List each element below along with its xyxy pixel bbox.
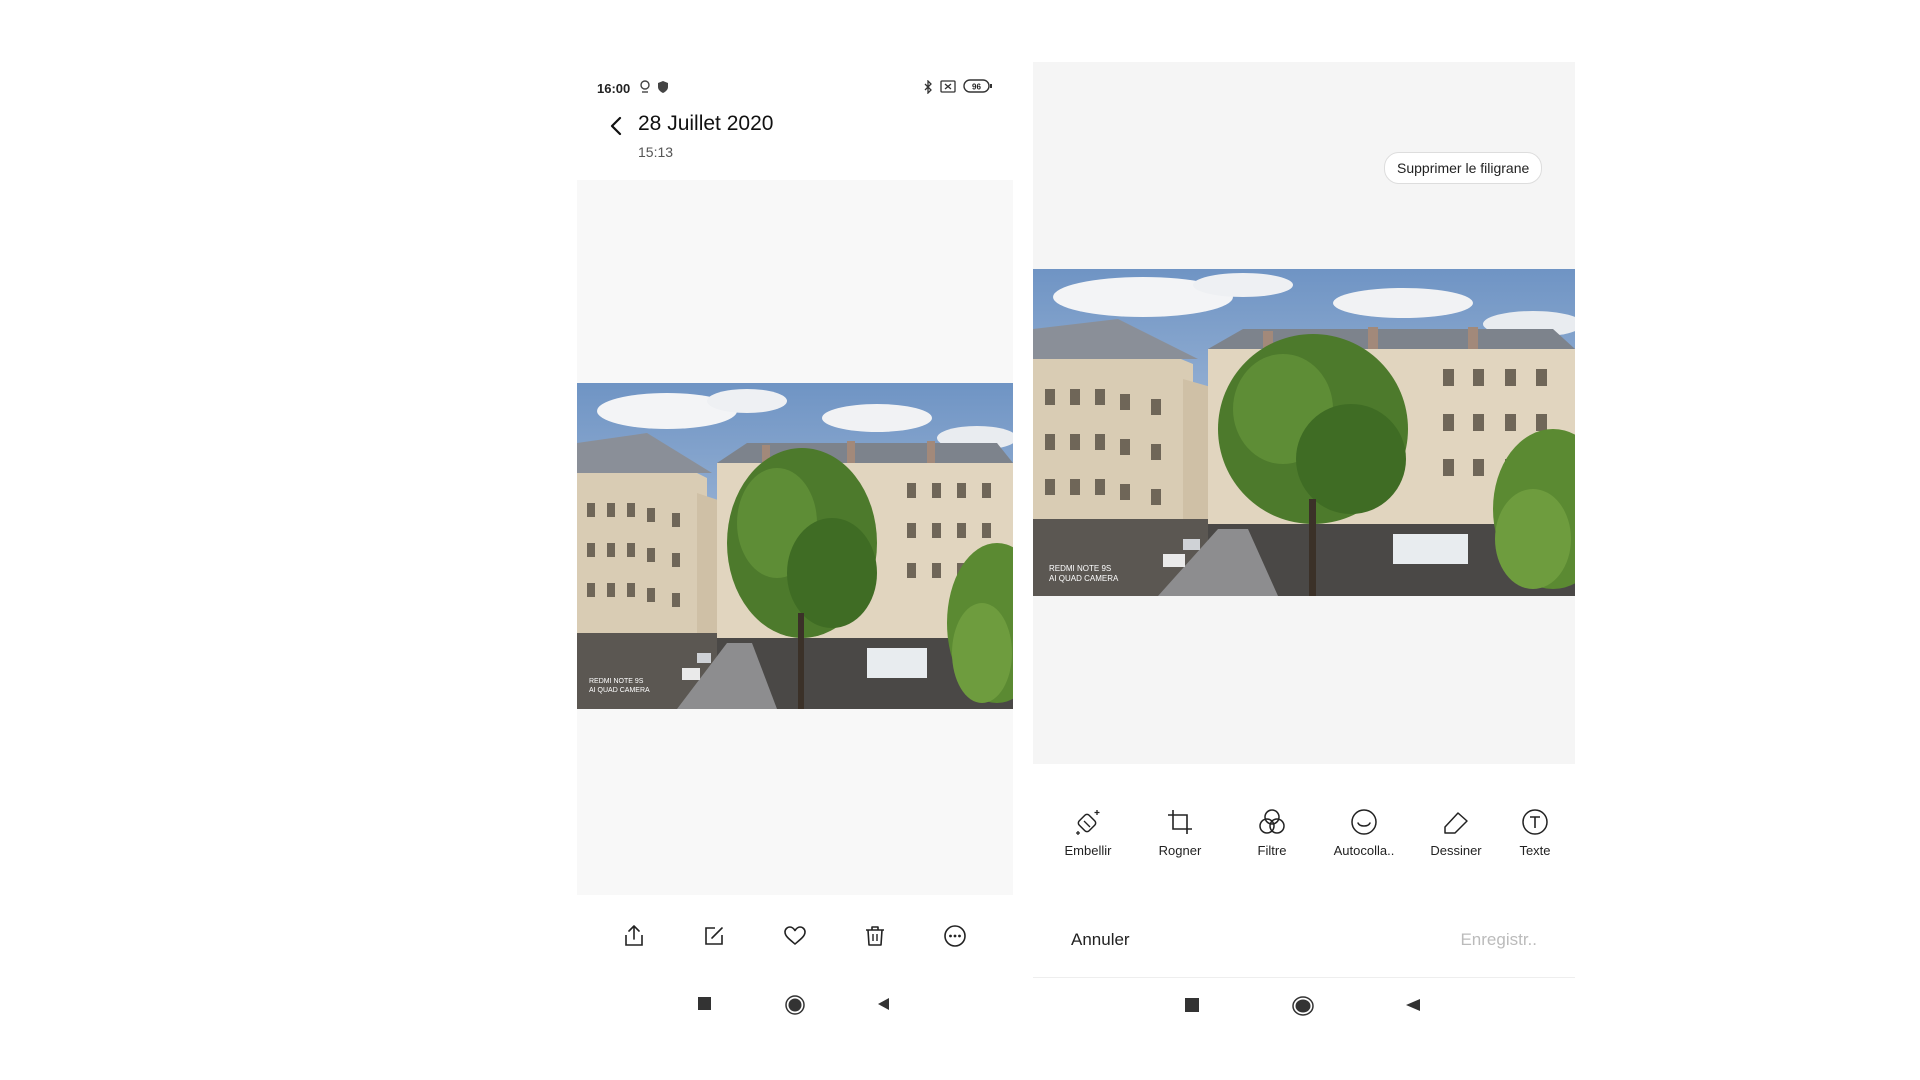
system-nav-bar — [1033, 977, 1575, 1033]
heart-icon[interactable] — [782, 923, 808, 949]
home-button[interactable] — [785, 995, 805, 1020]
back-button[interactable] — [877, 997, 891, 1016]
edit-canvas[interactable]: Supprimer le filigrane REDMI NOTE 9S AI … — [1033, 62, 1575, 764]
edit-toolbar: Embellir Rogner Filtre Autocolla.. Dessi… — [1033, 807, 1575, 877]
recents-button[interactable] — [1185, 998, 1199, 1012]
tool-sticker-label: Autocolla.. — [1333, 843, 1395, 858]
editor-screen: Supprimer le filigrane REDMI NOTE 9S AI … — [1033, 62, 1575, 1037]
tool-text[interactable]: Texte — [1495, 807, 1575, 858]
photo-watermark: REDMI NOTE 9S AI QUAD CAMERA — [1049, 564, 1118, 584]
page-title: 28 Juillet 2020 — [638, 112, 774, 135]
crop-icon — [1165, 807, 1195, 837]
trash-icon[interactable] — [862, 923, 888, 949]
tool-draw[interactable]: Dessiner — [1416, 807, 1496, 858]
location-icon — [639, 80, 651, 97]
photo[interactable]: REDMI NOTE 9S AI QUAD CAMERA — [577, 383, 1013, 709]
watermark-line2: AI QUAD CAMERA — [1049, 574, 1119, 583]
cancel-button[interactable]: Annuler — [1071, 930, 1130, 950]
shield-icon — [657, 80, 669, 97]
tool-sticker[interactable]: Autocolla.. — [1324, 807, 1404, 858]
tool-draw-label: Dessiner — [1430, 843, 1482, 858]
draw-icon — [1441, 807, 1471, 837]
edit-photo[interactable]: REDMI NOTE 9S AI QUAD CAMERA — [1033, 269, 1575, 596]
status-bar: 16:00 96 — [597, 78, 993, 98]
sticker-icon — [1349, 807, 1379, 837]
battery-icon: 96 — [963, 78, 993, 97]
system-nav-bar — [577, 977, 1013, 1032]
tool-crop[interactable]: Rogner — [1140, 807, 1220, 858]
back-arrow-icon[interactable] — [605, 114, 629, 138]
watermark-line1: REDMI NOTE 9S — [1049, 564, 1112, 573]
watermark-line1: REDMI NOTE 9S — [589, 678, 644, 685]
tool-filter[interactable]: Filtre — [1232, 807, 1312, 858]
tool-crop-label: Rogner — [1158, 843, 1202, 858]
save-button[interactable]: Enregistr.. — [1460, 930, 1537, 950]
back-button[interactable] — [1405, 998, 1421, 1017]
more-icon[interactable] — [942, 923, 968, 949]
share-icon[interactable] — [621, 923, 647, 949]
remove-watermark-button[interactable]: Supprimer le filigrane — [1384, 152, 1543, 184]
tool-beautify-label: Embellir — [1064, 843, 1112, 858]
text-icon — [1520, 807, 1550, 837]
beautify-icon — [1073, 807, 1103, 837]
page-subtitle: 15:13 — [638, 144, 674, 160]
home-button[interactable] — [1292, 996, 1314, 1021]
photo-watermark: REDMI NOTE 9S AI QUAD CAMERA — [589, 677, 650, 695]
tool-beautify[interactable]: Embellir — [1048, 807, 1128, 858]
tool-text-label: Texte — [1519, 843, 1551, 858]
battery-level: 96 — [972, 83, 981, 92]
photo-viewer[interactable]: REDMI NOTE 9S AI QUAD CAMERA — [577, 180, 1013, 895]
bluetooth-icon — [923, 79, 933, 97]
watermark-line2: AI QUAD CAMERA — [589, 687, 650, 694]
edit-icon[interactable] — [701, 923, 727, 949]
action-bar — [577, 895, 1013, 978]
recents-button[interactable] — [698, 997, 711, 1010]
gallery-screen: 16:00 96 28 Juillet 2020 15:13 REDMI NOT… — [577, 62, 1013, 1032]
status-time: 16:00 — [597, 81, 631, 96]
no-sim-icon — [940, 80, 956, 96]
filter-icon — [1257, 807, 1287, 837]
tool-filter-label: Filtre — [1257, 843, 1287, 858]
